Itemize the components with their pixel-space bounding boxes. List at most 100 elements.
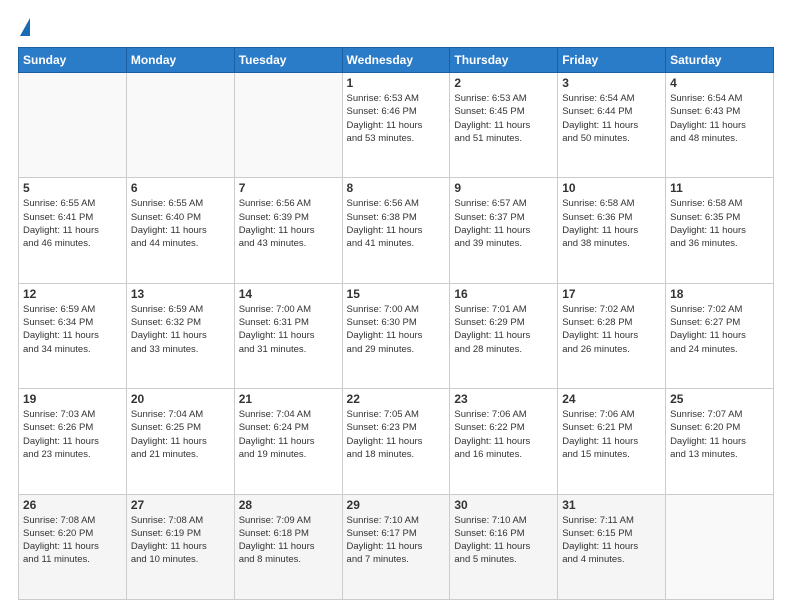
header-friday: Friday bbox=[558, 48, 666, 73]
day-number: 13 bbox=[131, 287, 230, 301]
logo-icon bbox=[20, 18, 30, 36]
calendar-day-cell: 27 Sunrise: 7:08 AM Sunset: 6:19 PM Dayli… bbox=[126, 494, 234, 599]
calendar-day-cell: 14 Sunrise: 7:00 AM Sunset: 6:31 PM Dayli… bbox=[234, 283, 342, 388]
calendar-week-row: 12 Sunrise: 6:59 AM Sunset: 6:34 PM Dayli… bbox=[19, 283, 774, 388]
calendar-day-cell: 16Sunrise: 7:01 AM Sunset: 6:29 PM Dayli… bbox=[450, 283, 558, 388]
calendar-day-cell: 28 Sunrise: 7:09 AM Sunset: 6:18 PM Dayli… bbox=[234, 494, 342, 599]
day-info: Sunrise: 7:06 AM Sunset: 6:22 PM Dayligh… bbox=[454, 408, 553, 461]
calendar-day-cell: 20Sunrise: 7:04 AM Sunset: 6:25 PM Dayli… bbox=[126, 389, 234, 494]
calendar-day-cell: 10 Sunrise: 6:58 AM Sunset: 6:36 PM Dayli… bbox=[558, 178, 666, 283]
day-info: Sunrise: 7:02 AM Sunset: 6:28 PM Dayligh… bbox=[562, 303, 661, 356]
calendar-day-cell bbox=[126, 73, 234, 178]
calendar-day-cell: 21Sunrise: 7:04 AM Sunset: 6:24 PM Dayli… bbox=[234, 389, 342, 494]
day-number: 25 bbox=[670, 392, 769, 406]
day-info: Sunrise: 7:00 AM Sunset: 6:30 PM Dayligh… bbox=[347, 303, 446, 356]
day-number: 8 bbox=[347, 181, 446, 195]
day-number: 6 bbox=[131, 181, 230, 195]
day-info: Sunrise: 7:02 AM Sunset: 6:27 PM Dayligh… bbox=[670, 303, 769, 356]
calendar-day-cell: 2 Sunrise: 6:53 AM Sunset: 6:45 PM Daylig… bbox=[450, 73, 558, 178]
header-tuesday: Tuesday bbox=[234, 48, 342, 73]
calendar-day-cell: 6 Sunrise: 6:55 AM Sunset: 6:40 PM Daylig… bbox=[126, 178, 234, 283]
calendar-day-cell: 1Sunrise: 6:53 AM Sunset: 6:46 PM Daylig… bbox=[342, 73, 450, 178]
day-info: Sunrise: 6:54 AM Sunset: 6:44 PM Dayligh… bbox=[562, 92, 661, 145]
day-number: 4 bbox=[670, 76, 769, 90]
day-number: 17 bbox=[562, 287, 661, 301]
day-number: 15 bbox=[347, 287, 446, 301]
day-info: Sunrise: 7:09 AM Sunset: 6:18 PM Dayligh… bbox=[239, 514, 338, 567]
day-number: 20 bbox=[131, 392, 230, 406]
header-thursday: Thursday bbox=[450, 48, 558, 73]
calendar-day-cell: 23 Sunrise: 7:06 AM Sunset: 6:22 PM Dayli… bbox=[450, 389, 558, 494]
day-number: 18 bbox=[670, 287, 769, 301]
calendar-day-cell: 18 Sunrise: 7:02 AM Sunset: 6:27 PM Dayli… bbox=[666, 283, 774, 388]
header-saturday: Saturday bbox=[666, 48, 774, 73]
day-number: 10 bbox=[562, 181, 661, 195]
calendar-week-row: 5 Sunrise: 6:55 AM Sunset: 6:41 PM Daylig… bbox=[19, 178, 774, 283]
calendar-day-cell: 22 Sunrise: 7:05 AM Sunset: 6:23 PM Dayli… bbox=[342, 389, 450, 494]
header-monday: Monday bbox=[126, 48, 234, 73]
day-info: Sunrise: 7:11 AM Sunset: 6:15 PM Dayligh… bbox=[562, 514, 661, 567]
day-number: 5 bbox=[23, 181, 122, 195]
calendar-day-cell: 17 Sunrise: 7:02 AM Sunset: 6:28 PM Dayli… bbox=[558, 283, 666, 388]
calendar-week-row: 1Sunrise: 6:53 AM Sunset: 6:46 PM Daylig… bbox=[19, 73, 774, 178]
day-info: Sunrise: 7:05 AM Sunset: 6:23 PM Dayligh… bbox=[347, 408, 446, 461]
day-number: 9 bbox=[454, 181, 553, 195]
day-info: Sunrise: 7:10 AM Sunset: 6:16 PM Dayligh… bbox=[454, 514, 553, 567]
calendar-day-cell: 5 Sunrise: 6:55 AM Sunset: 6:41 PM Daylig… bbox=[19, 178, 127, 283]
calendar-day-cell: 15 Sunrise: 7:00 AM Sunset: 6:30 PM Dayli… bbox=[342, 283, 450, 388]
calendar-day-cell: 13 Sunrise: 6:59 AM Sunset: 6:32 PM Dayli… bbox=[126, 283, 234, 388]
calendar-day-cell: 19Sunrise: 7:03 AM Sunset: 6:26 PM Dayli… bbox=[19, 389, 127, 494]
header-wednesday: Wednesday bbox=[342, 48, 450, 73]
day-info: Sunrise: 6:55 AM Sunset: 6:40 PM Dayligh… bbox=[131, 197, 230, 250]
calendar-week-row: 26 Sunrise: 7:08 AM Sunset: 6:20 PM Dayli… bbox=[19, 494, 774, 599]
day-number: 24 bbox=[562, 392, 661, 406]
day-number: 22 bbox=[347, 392, 446, 406]
day-info: Sunrise: 6:59 AM Sunset: 6:32 PM Dayligh… bbox=[131, 303, 230, 356]
day-number: 28 bbox=[239, 498, 338, 512]
calendar-day-cell bbox=[666, 494, 774, 599]
calendar-table: Sunday Monday Tuesday Wednesday Thursday… bbox=[18, 47, 774, 600]
day-number: 2 bbox=[454, 76, 553, 90]
day-number: 30 bbox=[454, 498, 553, 512]
calendar-day-cell: 7 Sunrise: 6:56 AM Sunset: 6:39 PM Daylig… bbox=[234, 178, 342, 283]
day-info: Sunrise: 6:55 AM Sunset: 6:41 PM Dayligh… bbox=[23, 197, 122, 250]
day-info: Sunrise: 7:04 AM Sunset: 6:24 PM Dayligh… bbox=[239, 408, 338, 461]
day-number: 12 bbox=[23, 287, 122, 301]
day-info: Sunrise: 6:53 AM Sunset: 6:45 PM Dayligh… bbox=[454, 92, 553, 145]
day-number: 29 bbox=[347, 498, 446, 512]
day-number: 26 bbox=[23, 498, 122, 512]
day-number: 1 bbox=[347, 76, 446, 90]
day-number: 23 bbox=[454, 392, 553, 406]
calendar-day-cell: 4 Sunrise: 6:54 AM Sunset: 6:43 PM Daylig… bbox=[666, 73, 774, 178]
day-number: 7 bbox=[239, 181, 338, 195]
calendar-day-cell: 29 Sunrise: 7:10 AM Sunset: 6:17 PM Dayli… bbox=[342, 494, 450, 599]
day-info: Sunrise: 6:54 AM Sunset: 6:43 PM Dayligh… bbox=[670, 92, 769, 145]
calendar-day-cell: 30 Sunrise: 7:10 AM Sunset: 6:16 PM Dayli… bbox=[450, 494, 558, 599]
day-info: Sunrise: 6:58 AM Sunset: 6:36 PM Dayligh… bbox=[562, 197, 661, 250]
calendar-day-cell bbox=[19, 73, 127, 178]
calendar-day-cell: 8 Sunrise: 6:56 AM Sunset: 6:38 PM Daylig… bbox=[342, 178, 450, 283]
header-sunday: Sunday bbox=[19, 48, 127, 73]
calendar-day-cell: 31 Sunrise: 7:11 AM Sunset: 6:15 PM Dayli… bbox=[558, 494, 666, 599]
day-info: Sunrise: 7:07 AM Sunset: 6:20 PM Dayligh… bbox=[670, 408, 769, 461]
day-info: Sunrise: 6:59 AM Sunset: 6:34 PM Dayligh… bbox=[23, 303, 122, 356]
header bbox=[18, 18, 774, 37]
calendar-day-cell: 11Sunrise: 6:58 AM Sunset: 6:35 PM Dayli… bbox=[666, 178, 774, 283]
day-info: Sunrise: 7:10 AM Sunset: 6:17 PM Dayligh… bbox=[347, 514, 446, 567]
page: Sunday Monday Tuesday Wednesday Thursday… bbox=[0, 0, 792, 612]
day-number: 11 bbox=[670, 181, 769, 195]
day-number: 31 bbox=[562, 498, 661, 512]
logo bbox=[18, 18, 30, 37]
calendar-day-cell: 9 Sunrise: 6:57 AM Sunset: 6:37 PM Daylig… bbox=[450, 178, 558, 283]
day-number: 16 bbox=[454, 287, 553, 301]
day-info: Sunrise: 6:57 AM Sunset: 6:37 PM Dayligh… bbox=[454, 197, 553, 250]
day-info: Sunrise: 7:08 AM Sunset: 6:19 PM Dayligh… bbox=[131, 514, 230, 567]
calendar-day-cell: 24Sunrise: 7:06 AM Sunset: 6:21 PM Dayli… bbox=[558, 389, 666, 494]
day-number: 14 bbox=[239, 287, 338, 301]
day-info: Sunrise: 7:00 AM Sunset: 6:31 PM Dayligh… bbox=[239, 303, 338, 356]
day-info: Sunrise: 6:56 AM Sunset: 6:39 PM Dayligh… bbox=[239, 197, 338, 250]
day-number: 27 bbox=[131, 498, 230, 512]
calendar-day-cell bbox=[234, 73, 342, 178]
day-info: Sunrise: 7:08 AM Sunset: 6:20 PM Dayligh… bbox=[23, 514, 122, 567]
day-info: Sunrise: 6:56 AM Sunset: 6:38 PM Dayligh… bbox=[347, 197, 446, 250]
